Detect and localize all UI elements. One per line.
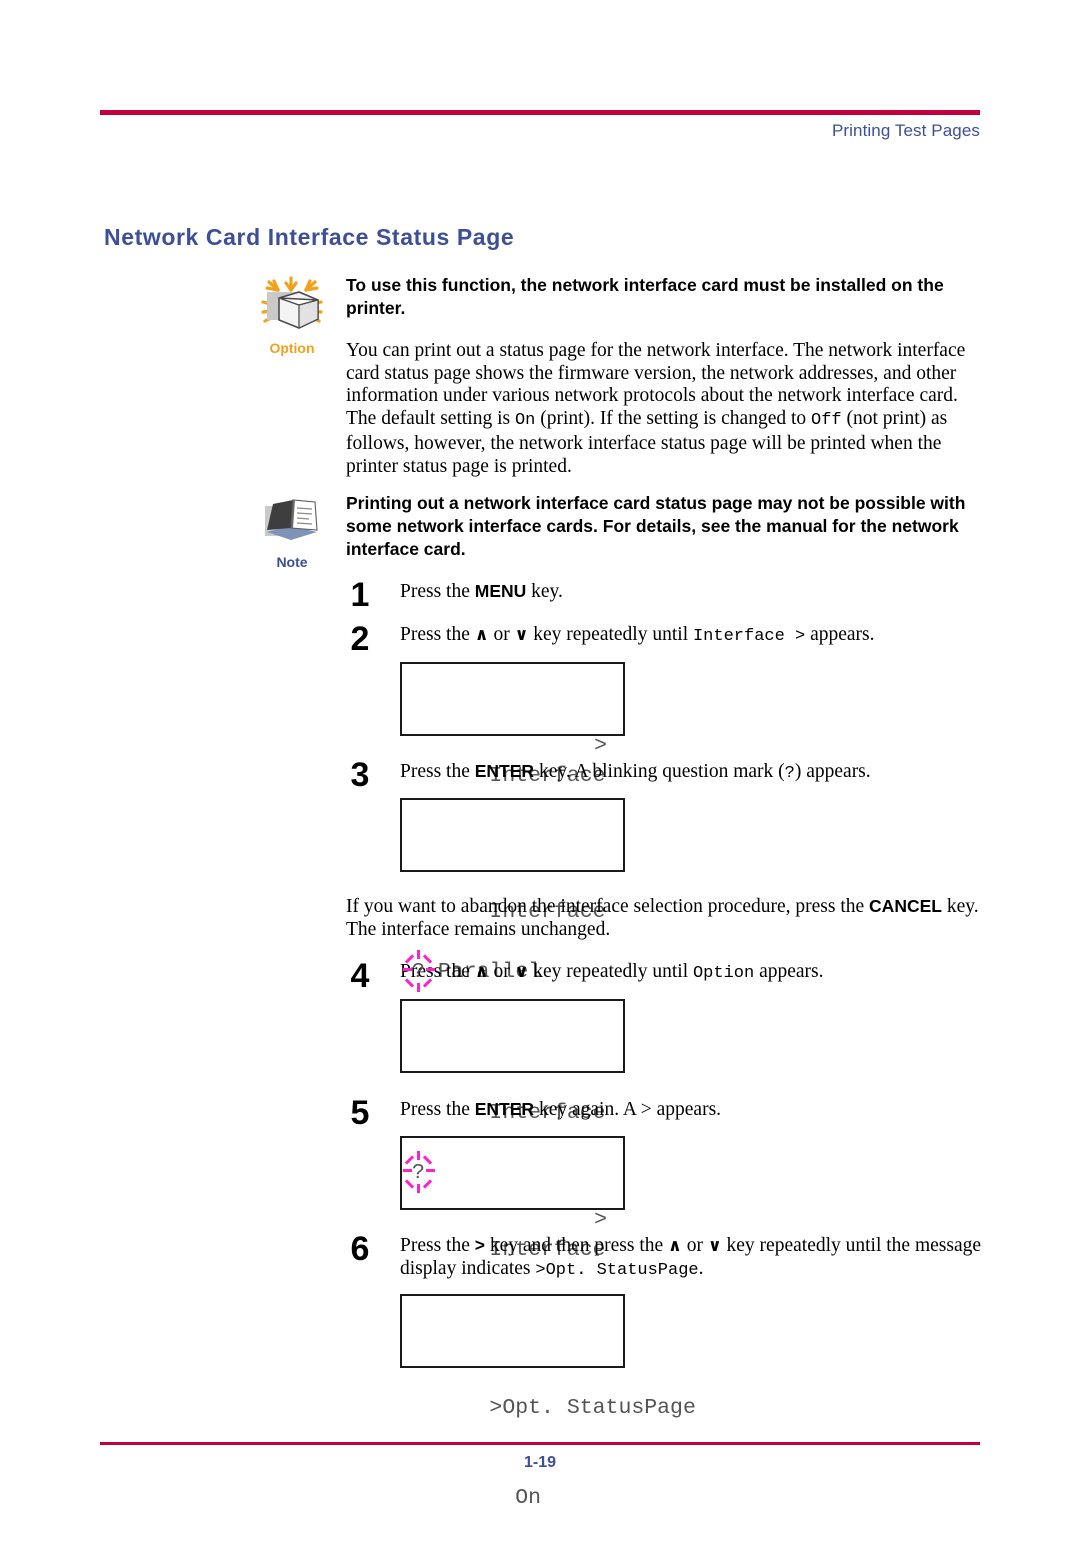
intro-part-2: (print). If the setting is changed to	[535, 408, 812, 430]
step-text-run: key repeatedly until	[528, 624, 693, 645]
intro-mono-off: Off	[811, 411, 842, 431]
option-icon: Option	[244, 276, 340, 356]
lcd-right-marker: >	[594, 1208, 607, 1232]
key-label: MENU	[474, 581, 527, 601]
step-text-run: key again. A > appears.	[534, 1099, 722, 1120]
page-title: Network Card Interface Status Page	[104, 224, 515, 250]
down-arrow-icon: ∨	[707, 1236, 722, 1256]
step-text-run: ) appears.	[794, 761, 871, 782]
step-text-run: key and then press the	[484, 1235, 669, 1256]
step-text-run: or	[488, 624, 515, 645]
display-interface-parallel: Interface > Parallel	[400, 662, 625, 878]
step-text-3: Press the ENTER key. A blinking question…	[400, 760, 990, 786]
note-book-icon	[265, 499, 318, 540]
lcd-line-1: Interface >	[412, 1205, 623, 1262]
display-interface-option: Interface > Option	[400, 1136, 625, 1352]
page-number: 1-19	[523, 1454, 557, 1471]
step-text-run: appears.	[805, 624, 875, 645]
lcd-line-1: Interface	[412, 867, 623, 924]
step-text-5: Press the ENTER key again. A > appears.	[400, 1098, 990, 1122]
header-rule	[100, 110, 980, 115]
step-text-run: Press the	[400, 1235, 475, 1256]
step-text-run: key.	[526, 581, 563, 602]
down-arrow-icon: ∨	[514, 962, 529, 982]
cancel-key-label: CANCEL	[869, 896, 942, 916]
step-text-run: Press the	[400, 581, 475, 602]
lcd-line-1: Interface >	[412, 731, 623, 788]
display-literal: >Opt. StatusPage	[535, 1260, 699, 1280]
display-interface-parallel-query: Interface ? Parallel	[400, 798, 625, 992]
step-text-2: Press the ∧ or ∨ key repeatedly until In…	[400, 624, 990, 649]
key-label: ENTER	[474, 1099, 535, 1119]
display-literal: Interface >	[692, 627, 806, 646]
document-page: Printing Test Pages Network Card Interfa…	[0, 0, 1080, 1528]
option-icon-label: Option	[269, 340, 315, 356]
key-label: ENTER	[474, 761, 535, 781]
step-text-run: key. A blinking question mark (	[534, 761, 785, 782]
step-text-run: Press the	[400, 624, 475, 645]
step-number-3: 3	[350, 756, 370, 794]
display-literal: ?	[784, 764, 795, 783]
blinking-question-mark: ?	[403, 1151, 435, 1193]
step-number-4: 4	[350, 957, 370, 995]
step-text-6: Press the > key and then press the ∧ or …	[400, 1234, 990, 1282]
up-arrow-icon: ∧	[474, 962, 489, 982]
cancel-paragraph: If you want to abandon the interface sel…	[346, 895, 986, 941]
step-number-5: 5	[350, 1094, 370, 1132]
step-text-run: appears.	[754, 961, 824, 982]
up-arrow-icon: ∧	[474, 625, 489, 645]
down-arrow-icon: ∨	[514, 625, 529, 645]
lcd-query-char: ?	[412, 960, 425, 984]
note-icon: Note	[244, 492, 340, 570]
step-text-run: .	[698, 1257, 704, 1279]
display-opt-statuspage-on: >Opt. StatusPage On	[400, 1294, 696, 1510]
step-text-run: Press the	[400, 761, 475, 782]
step-number-2: 2	[350, 620, 370, 658]
key-symbol: >	[474, 1235, 485, 1255]
step-text-1: Press the MENU key.	[400, 580, 990, 604]
lcd-text: >Opt. StatusPage	[489, 1396, 696, 1420]
step-number-1: 1	[350, 576, 370, 614]
intro-mono-on: On	[514, 411, 536, 431]
callout-note-text: Printing out a network interface card st…	[346, 493, 966, 559]
lcd-text: On	[489, 1486, 542, 1510]
lcd-line-1: >Opt. StatusPage	[412, 1363, 695, 1420]
step-text-run: key repeatedly until	[528, 961, 693, 982]
step-text-run: Press the	[400, 1099, 475, 1120]
step-number-6: 6	[350, 1230, 370, 1268]
display-interface-option-query: Interface ? Option	[400, 999, 625, 1193]
step-text-run: or	[681, 1235, 708, 1256]
footer-rule	[100, 1442, 980, 1445]
intro-paragraph: You can print out a status page for the …	[346, 340, 986, 478]
cancel-part-1: If you want to abandon the interface sel…	[346, 896, 870, 917]
up-arrow-icon: ∧	[668, 1236, 682, 1256]
lcd-query-char: ?	[412, 1161, 425, 1185]
lcd-line-1: Interface	[412, 1068, 623, 1125]
lcd-right-marker: >	[594, 734, 607, 758]
option-box-icon	[261, 276, 323, 329]
blinking-question-mark: ?	[403, 950, 435, 992]
step-text-4: Press the ∧ or ∨ key repeatedly until Op…	[400, 961, 990, 986]
callout-option-text: To use this function, the network interf…	[346, 275, 944, 318]
note-icon-label: Note	[276, 554, 308, 570]
step-text-run: or	[488, 961, 515, 982]
display-literal: Option	[692, 964, 755, 983]
running-head: Printing Test Pages	[831, 121, 980, 140]
